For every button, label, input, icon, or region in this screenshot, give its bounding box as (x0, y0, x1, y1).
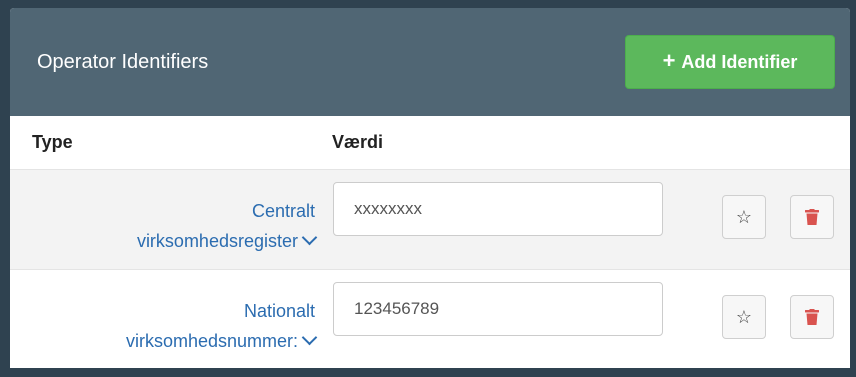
table-row: Centralt virksomhedsregister ☆ (10, 170, 850, 270)
panel-title: Operator Identifiers (37, 50, 209, 73)
column-header-value: Værdi (332, 132, 384, 152)
add-identifier-label: Add Identifier (681, 51, 798, 72)
identifier-type-dropdown[interactable]: Centralt virksomhedsregister (136, 196, 318, 256)
table-row: Nationalt virksomhedsnummer: ☆ (10, 270, 850, 368)
trash-icon (805, 209, 819, 225)
identifier-value-input[interactable] (333, 282, 663, 336)
operator-identifiers-panel: Operator Identifiers + Add Identifier Ty… (10, 8, 850, 368)
panel-header: Operator Identifiers + Add Identifier (10, 8, 850, 116)
type-label-line2: virksomhedsnummer: (125, 331, 298, 351)
type-label-line1: Centralt (251, 201, 315, 221)
trash-icon (805, 309, 819, 325)
column-header-type: Type (32, 132, 73, 152)
star-icon: ☆ (735, 207, 753, 227)
plus-icon: + (662, 48, 676, 73)
delete-button[interactable] (790, 295, 834, 339)
favorite-button[interactable]: ☆ (722, 295, 766, 339)
chevron-down-icon (301, 229, 318, 246)
add-identifier-button[interactable]: + Add Identifier (625, 35, 835, 89)
identifier-value-input[interactable] (333, 182, 663, 236)
chevron-down-icon (301, 329, 318, 346)
type-label-line1: Nationalt (243, 301, 315, 321)
type-label-line2: virksomhedsregister (136, 231, 298, 251)
delete-button[interactable] (790, 195, 834, 239)
star-icon: ☆ (735, 307, 753, 327)
table-header: Type Værdi (10, 116, 850, 170)
favorite-button[interactable]: ☆ (722, 195, 766, 239)
identifier-type-dropdown[interactable]: Nationalt virksomhedsnummer: (125, 296, 318, 356)
